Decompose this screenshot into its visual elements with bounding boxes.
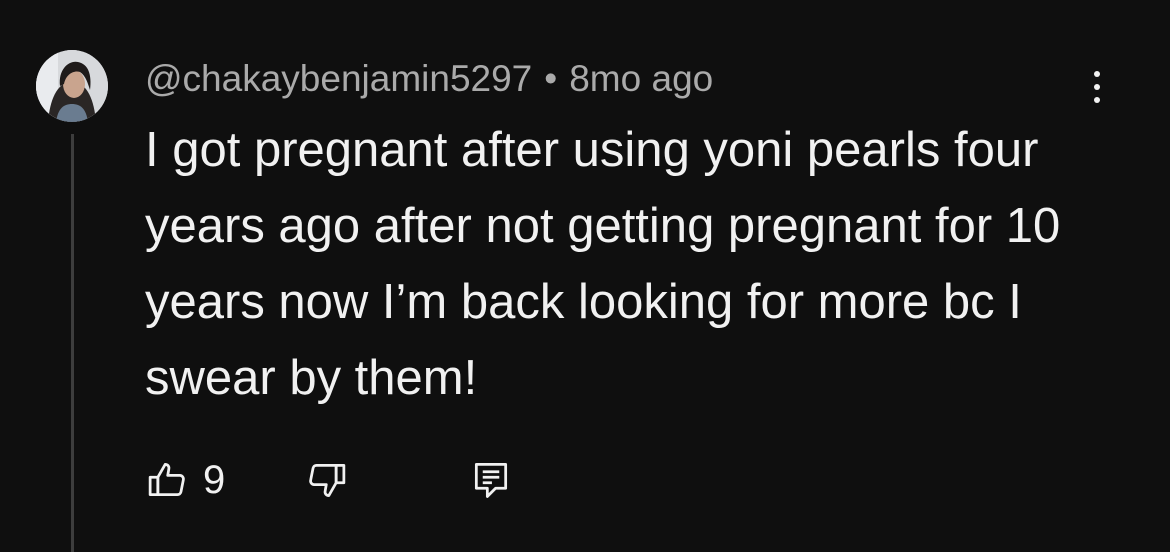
more-vertical-icon[interactable] [1078,62,1116,112]
like-button[interactable]: 9 [145,458,225,503]
timestamp[interactable]: 8mo ago [569,58,713,100]
avatar-image [36,50,108,122]
comment-actions: 9 [145,455,513,505]
header-separator: • [544,58,558,99]
thumb-up-icon [148,463,185,497]
comment-reply-icon [475,463,508,498]
menu-dot [1094,84,1100,90]
dislike-button[interactable] [305,458,349,502]
thread-line [71,134,74,552]
thumb-down-icon [309,463,346,497]
avatar[interactable] [36,50,108,122]
like-count: 9 [203,457,226,502]
username[interactable]: @chakaybenjamin5297 [145,58,532,100]
comment: @chakaybenjamin5297 • 8mo ago I got preg… [0,0,1170,552]
reply-button[interactable] [469,458,513,502]
menu-dot [1094,97,1100,103]
comment-header: @chakaybenjamin5297 • 8mo ago [145,56,713,102]
menu-dot [1094,71,1100,77]
comment-text: I got pregnant after using yoni pearls f… [145,123,1061,405]
